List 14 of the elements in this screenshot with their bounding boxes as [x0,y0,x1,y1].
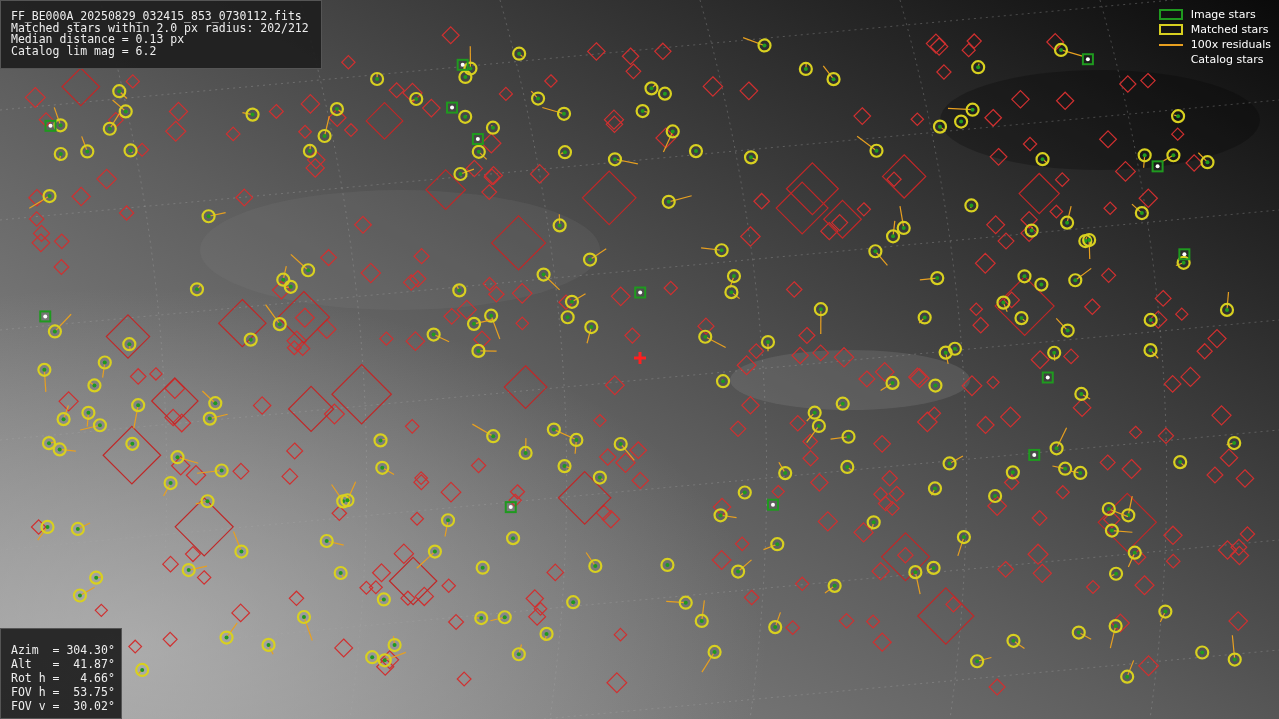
info-text: Azim = 304.30° [11,643,115,657]
info-text: FOV v = 30.02° [11,699,115,713]
info-text: FOV h = 53.75° [11,685,115,699]
legend-label: Catalog stars [1190,53,1264,66]
legend-label: Image stars [1190,8,1256,21]
info-text: FF_BE000A_20250829_032415_853_0730112.fits [11,11,303,23]
legend-label: 100x residuals [1190,38,1271,51]
info-text: Matched stars within 2.0 px radius: 202/212 [11,22,310,34]
info-text: Alt = 41.87° [11,657,115,671]
info-text: Rot h = 4.66° [11,671,115,685]
info-text: Catalog lim mag = 6.2 [11,45,158,57]
legend-label: Matched stars [1190,23,1269,36]
crosshair-icon [634,352,646,364]
info-text: Median distance = 0.13 px [11,34,185,46]
